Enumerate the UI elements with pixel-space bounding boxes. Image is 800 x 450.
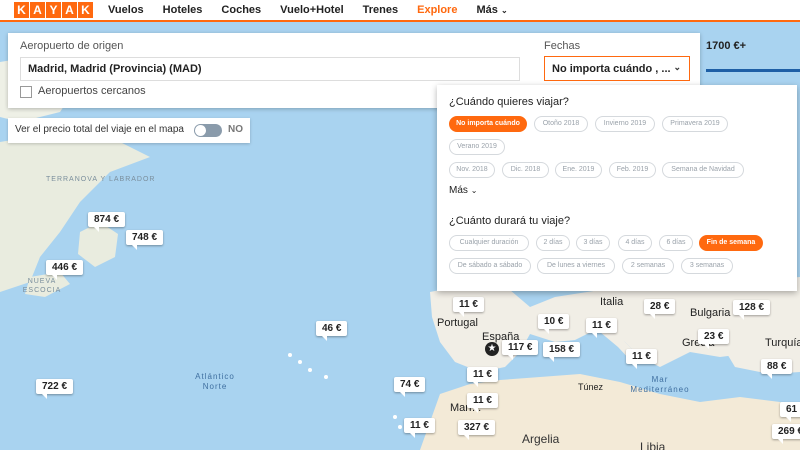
price-tag[interactable]: 11 € bbox=[626, 349, 657, 369]
chevron-down-icon: ⌄ bbox=[500, 6, 508, 15]
price-slider-track[interactable] bbox=[706, 69, 800, 72]
price-tag[interactable]: 46 € bbox=[316, 321, 348, 341]
nearby-airports-checkbox[interactable] bbox=[20, 86, 32, 98]
toggle-state: NO bbox=[228, 124, 243, 135]
nav-explore[interactable]: Explore bbox=[417, 4, 457, 16]
duration-option[interactable]: De lunes a viernes bbox=[537, 258, 615, 274]
price-tag[interactable]: 11 € bbox=[467, 367, 498, 387]
price-tag[interactable]: 748 € bbox=[126, 230, 164, 250]
price-tag[interactable]: 10 € bbox=[538, 314, 570, 334]
when-option[interactable]: Feb. 2019 bbox=[609, 162, 656, 178]
nav-hoteles[interactable]: Hoteles bbox=[163, 4, 203, 16]
chevron-down-icon: ⌄ bbox=[673, 62, 681, 72]
more-dates-button[interactable]: Más ⌄ bbox=[449, 185, 477, 196]
logo-letter: A bbox=[62, 2, 77, 18]
origin-airport-star-icon[interactable]: ★ bbox=[485, 342, 499, 356]
price-filter[interactable]: 1700 €+ bbox=[700, 33, 800, 73]
kayak-logo[interactable]: K A Y A K bbox=[14, 2, 94, 18]
when-title: ¿Cuándo quieres viajar? bbox=[449, 96, 569, 108]
price-tag[interactable]: 117 € bbox=[502, 340, 539, 360]
duration-option[interactable]: 3 días bbox=[576, 235, 610, 251]
price-tag[interactable]: 158 € bbox=[543, 342, 581, 362]
logo-letter: A bbox=[30, 2, 45, 18]
price-tag[interactable]: 874 € bbox=[88, 212, 126, 232]
date-dropdown: ¿Cuándo quieres viajar? No importa cuánd… bbox=[437, 85, 797, 291]
logo-letter: K bbox=[14, 2, 29, 18]
price-tag[interactable]: 128 € bbox=[733, 300, 771, 320]
duration-title: ¿Cuánto durará tu viaje? bbox=[449, 215, 571, 227]
price-value: 1700 €+ bbox=[706, 40, 747, 52]
origin-label: Aeropuerto de origen bbox=[20, 40, 124, 52]
nav-vuelos[interactable]: Vuelos bbox=[108, 4, 144, 16]
price-tag[interactable]: 74 € bbox=[394, 377, 426, 397]
price-tag[interactable]: 269 € bbox=[772, 424, 800, 444]
top-navigation: K A Y A K Vuelos Hoteles Coches Vuelo+Ho… bbox=[0, 0, 800, 22]
price-tag[interactable]: 11 € bbox=[586, 318, 617, 338]
nav-vuelo-hotel[interactable]: Vuelo+Hotel bbox=[280, 4, 343, 16]
when-option[interactable]: Dic. 2018 bbox=[502, 162, 549, 178]
price-tag[interactable]: 28 € bbox=[644, 299, 676, 319]
nearby-airports-label: Aeropuertos cercanos bbox=[38, 85, 146, 97]
nav-coches[interactable]: Coches bbox=[221, 4, 261, 16]
chevron-down-icon: ⌄ bbox=[470, 186, 478, 195]
duration-option[interactable]: De sábado a sábado bbox=[449, 258, 531, 274]
nav-mas[interactable]: Más ⌄ bbox=[476, 4, 507, 16]
price-tag[interactable]: 327 € bbox=[458, 420, 496, 440]
logo-letter: Y bbox=[46, 2, 61, 18]
price-tag[interactable]: 23 € bbox=[698, 329, 730, 349]
duration-option[interactable]: 6 días bbox=[659, 235, 693, 251]
when-option[interactable]: Nov. 2018 bbox=[449, 162, 495, 178]
more-dates-label: Más bbox=[449, 185, 468, 196]
total-price-toggle-panel: Ver el precio total del viaje en el mapa… bbox=[8, 118, 250, 143]
logo-letter: K bbox=[78, 2, 93, 18]
price-tag[interactable]: 446 € bbox=[46, 260, 84, 280]
when-option[interactable]: Invierno 2019 bbox=[595, 116, 655, 132]
total-price-label: Ver el precio total del viaje en el mapa bbox=[15, 124, 184, 135]
nav-trenes[interactable]: Trenes bbox=[363, 4, 398, 16]
price-tag[interactable]: 11 € bbox=[453, 297, 484, 317]
price-tag[interactable]: 11 € bbox=[404, 418, 435, 438]
when-option[interactable]: Semana de Navidad bbox=[662, 162, 744, 178]
origin-input[interactable]: Madrid, Madrid (Provincia) (MAD) bbox=[20, 57, 520, 81]
dates-select[interactable]: No importa cuándo , ... ⌄ bbox=[544, 56, 690, 81]
when-option[interactable]: Verano 2019 bbox=[449, 139, 505, 155]
duration-option[interactable]: 3 semanas bbox=[681, 258, 733, 274]
total-price-toggle[interactable] bbox=[194, 124, 222, 137]
price-tag[interactable]: 722 € bbox=[36, 379, 74, 399]
price-tag[interactable]: 88 € bbox=[761, 359, 793, 379]
dates-value: No importa cuándo , ... bbox=[552, 63, 671, 75]
duration-option[interactable]: 4 días bbox=[618, 235, 652, 251]
when-option[interactable]: Otoño 2018 bbox=[534, 116, 588, 132]
when-option[interactable]: Primavera 2019 bbox=[662, 116, 728, 132]
price-tag[interactable]: 61 € bbox=[780, 402, 800, 422]
duration-option[interactable]: Cualquier duración bbox=[449, 235, 529, 251]
duration-option[interactable]: Fin de semana bbox=[699, 235, 763, 251]
when-option[interactable]: No importa cuándo bbox=[449, 116, 527, 132]
duration-option[interactable]: 2 semanas bbox=[622, 258, 674, 274]
dates-label: Fechas bbox=[544, 40, 581, 52]
when-option[interactable]: Ene. 2019 bbox=[555, 162, 602, 178]
price-tag[interactable]: 11 € bbox=[467, 393, 498, 413]
nav-mas-label: Más bbox=[476, 4, 498, 16]
duration-option[interactable]: 2 días bbox=[536, 235, 570, 251]
toggle-knob bbox=[195, 125, 206, 136]
